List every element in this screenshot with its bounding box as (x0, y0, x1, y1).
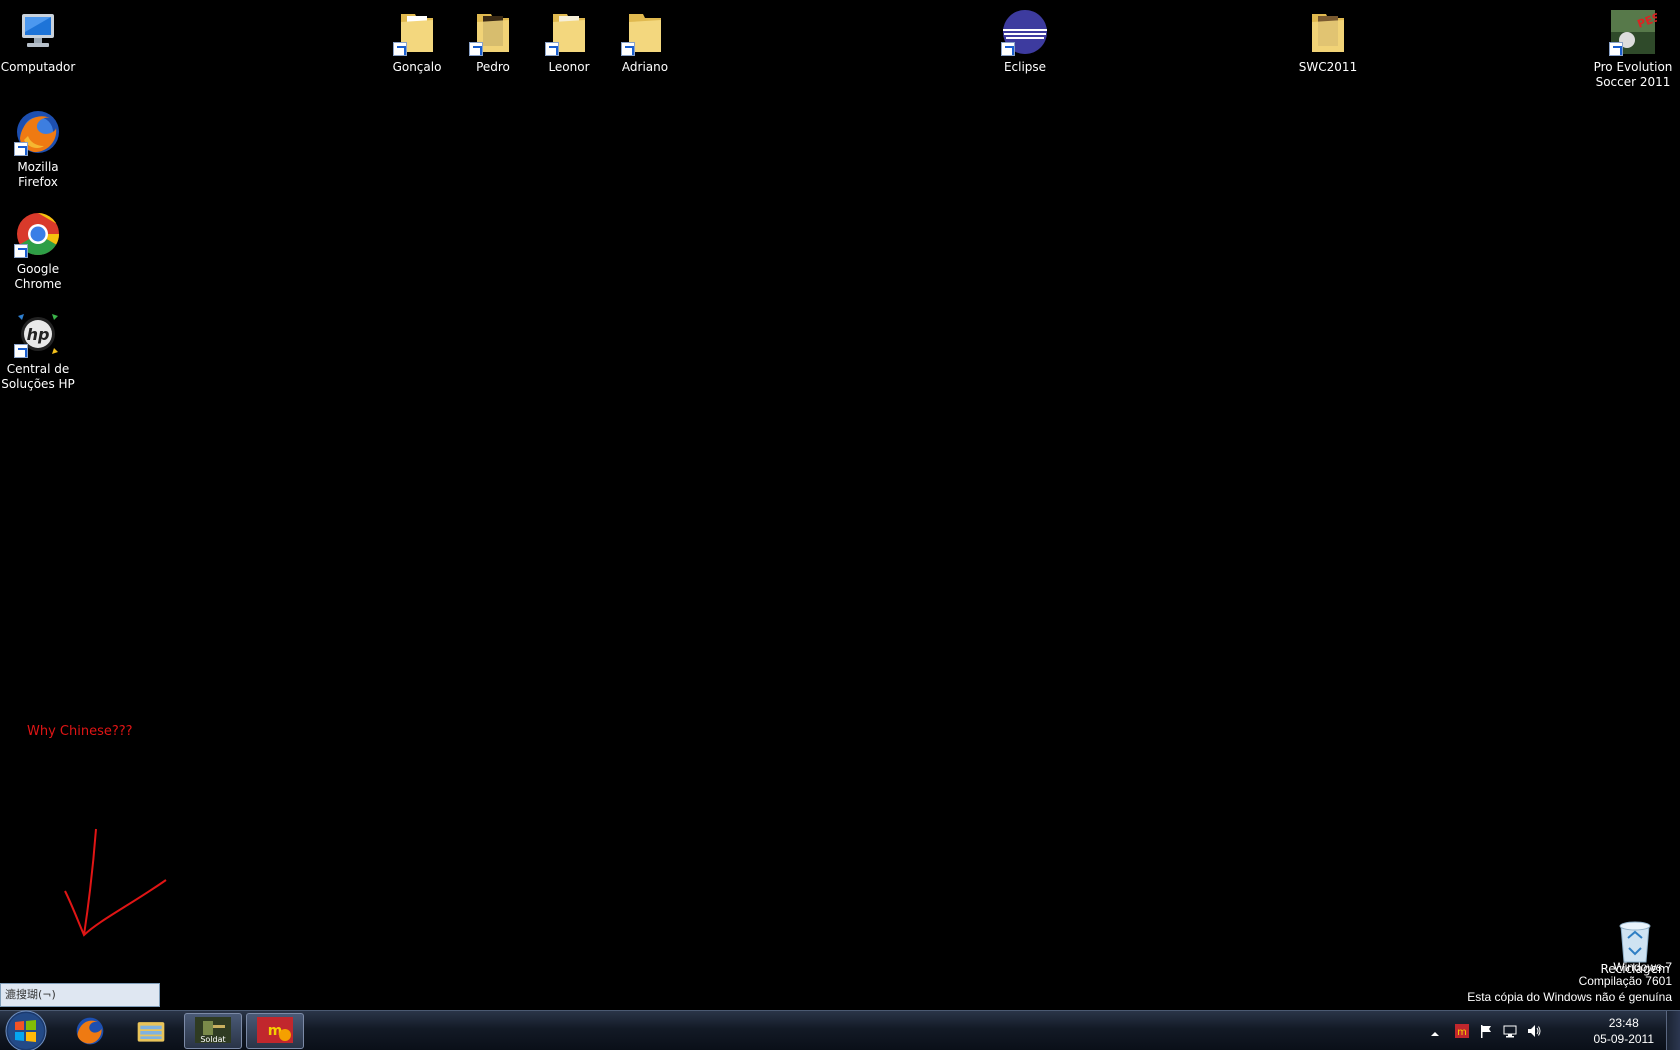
firefox-icon (76, 1017, 104, 1045)
desktop-icon-adriano[interactable]: Adriano (604, 8, 686, 75)
desktop[interactable]: Computador Mozilla Firefox Google Chrome… (0, 0, 1680, 1010)
action-center-flag-icon[interactable] (1478, 1023, 1494, 1039)
volume-icon[interactable] (1526, 1023, 1542, 1039)
desktop-icon-firefox[interactable]: Mozilla Firefox (0, 108, 79, 190)
eclipse-icon (1001, 8, 1049, 56)
mirc-tray-icon[interactable]: m (1454, 1023, 1470, 1039)
shortcut-arrow-icon (393, 42, 407, 56)
ime-language-bar[interactable]: 漉搜瑚(¬) (0, 983, 160, 1007)
shortcut-arrow-icon (469, 42, 483, 56)
mirc-icon: m (257, 1017, 293, 1043)
shortcut-arrow-icon (1001, 42, 1015, 56)
hp-icon: hp (14, 310, 62, 358)
folder-icon (1304, 8, 1352, 56)
folder-icon (393, 8, 441, 56)
desktop-icon-computador[interactable]: Computador (0, 8, 79, 75)
windows-logo-icon (5, 1010, 47, 1050)
shortcut-arrow-icon (1609, 42, 1623, 56)
shortcut-arrow-icon (545, 42, 559, 56)
annotation-arrow-icon (64, 828, 167, 937)
chevron-up-icon (1431, 1032, 1439, 1036)
desktop-icon-chrome[interactable]: Google Chrome (0, 210, 79, 292)
svg-text:m: m (1457, 1027, 1467, 1038)
pes-icon: PES (1609, 8, 1657, 56)
soldat-icon: Soldat (195, 1017, 231, 1044)
clock-date: 05-09-2011 (1593, 1032, 1655, 1046)
desktop-icon-pes2011[interactable]: PES Pro Evolution Soccer 2011 (1592, 8, 1674, 90)
computer-icon (14, 8, 62, 56)
chrome-icon (14, 210, 62, 258)
desktop-icon-goncalo[interactable]: Gonçalo (376, 8, 458, 75)
folder-icon (545, 8, 593, 56)
taskbar-clock[interactable]: 23:48 05-09-2011 (1594, 1015, 1655, 1047)
start-button[interactable] (2, 1009, 50, 1050)
taskbar-firefox[interactable] (61, 1013, 119, 1049)
desktop-icon-eclipse[interactable]: Eclipse (984, 8, 1066, 75)
clock-time: 23:48 (1608, 1016, 1639, 1030)
soldat-label: Soldat (200, 1035, 225, 1044)
desktop-icon-leonor[interactable]: Leonor (528, 8, 610, 75)
taskbar-soldat[interactable]: Soldat (184, 1013, 242, 1049)
watermark-edition: Windows 7 (1613, 960, 1672, 974)
svg-text:hp: hp (27, 325, 50, 344)
recycle-bin-icon (1615, 918, 1655, 964)
watermark-genuine-notice: Esta cópia do Windows não é genuína (1467, 990, 1672, 1004)
shortcut-arrow-icon (14, 142, 28, 156)
show-desktop-button[interactable] (1666, 1011, 1680, 1050)
taskbar-explorer[interactable] (122, 1013, 180, 1049)
shortcut-arrow-icon (14, 244, 28, 258)
show-hidden-icons-button[interactable] (1430, 1024, 1440, 1040)
annotation-text: Why Chinese??? (27, 724, 133, 739)
network-icon[interactable] (1502, 1023, 1518, 1039)
desktop-icon-hp-solutions[interactable]: hp Central de Soluções HP (0, 310, 79, 392)
explorer-icon (137, 1022, 165, 1042)
folder-icon (469, 8, 517, 56)
shortcut-arrow-icon (14, 344, 28, 358)
folder-icon (621, 8, 669, 56)
desktop-icon-pedro[interactable]: Pedro (452, 8, 534, 75)
firefox-icon (14, 108, 62, 156)
desktop-icon-swc2011[interactable]: SWC2011 (1287, 8, 1369, 75)
windows-watermark: Windows 7 Compilação 7601 Esta cópia do … (1467, 960, 1672, 1004)
watermark-build: Compilação 7601 (1578, 974, 1672, 988)
shortcut-arrow-icon (621, 42, 635, 56)
taskbar: Soldat m m 23:48 05-09-2011 (0, 1010, 1680, 1050)
taskbar-mirc[interactable]: m (246, 1013, 304, 1049)
